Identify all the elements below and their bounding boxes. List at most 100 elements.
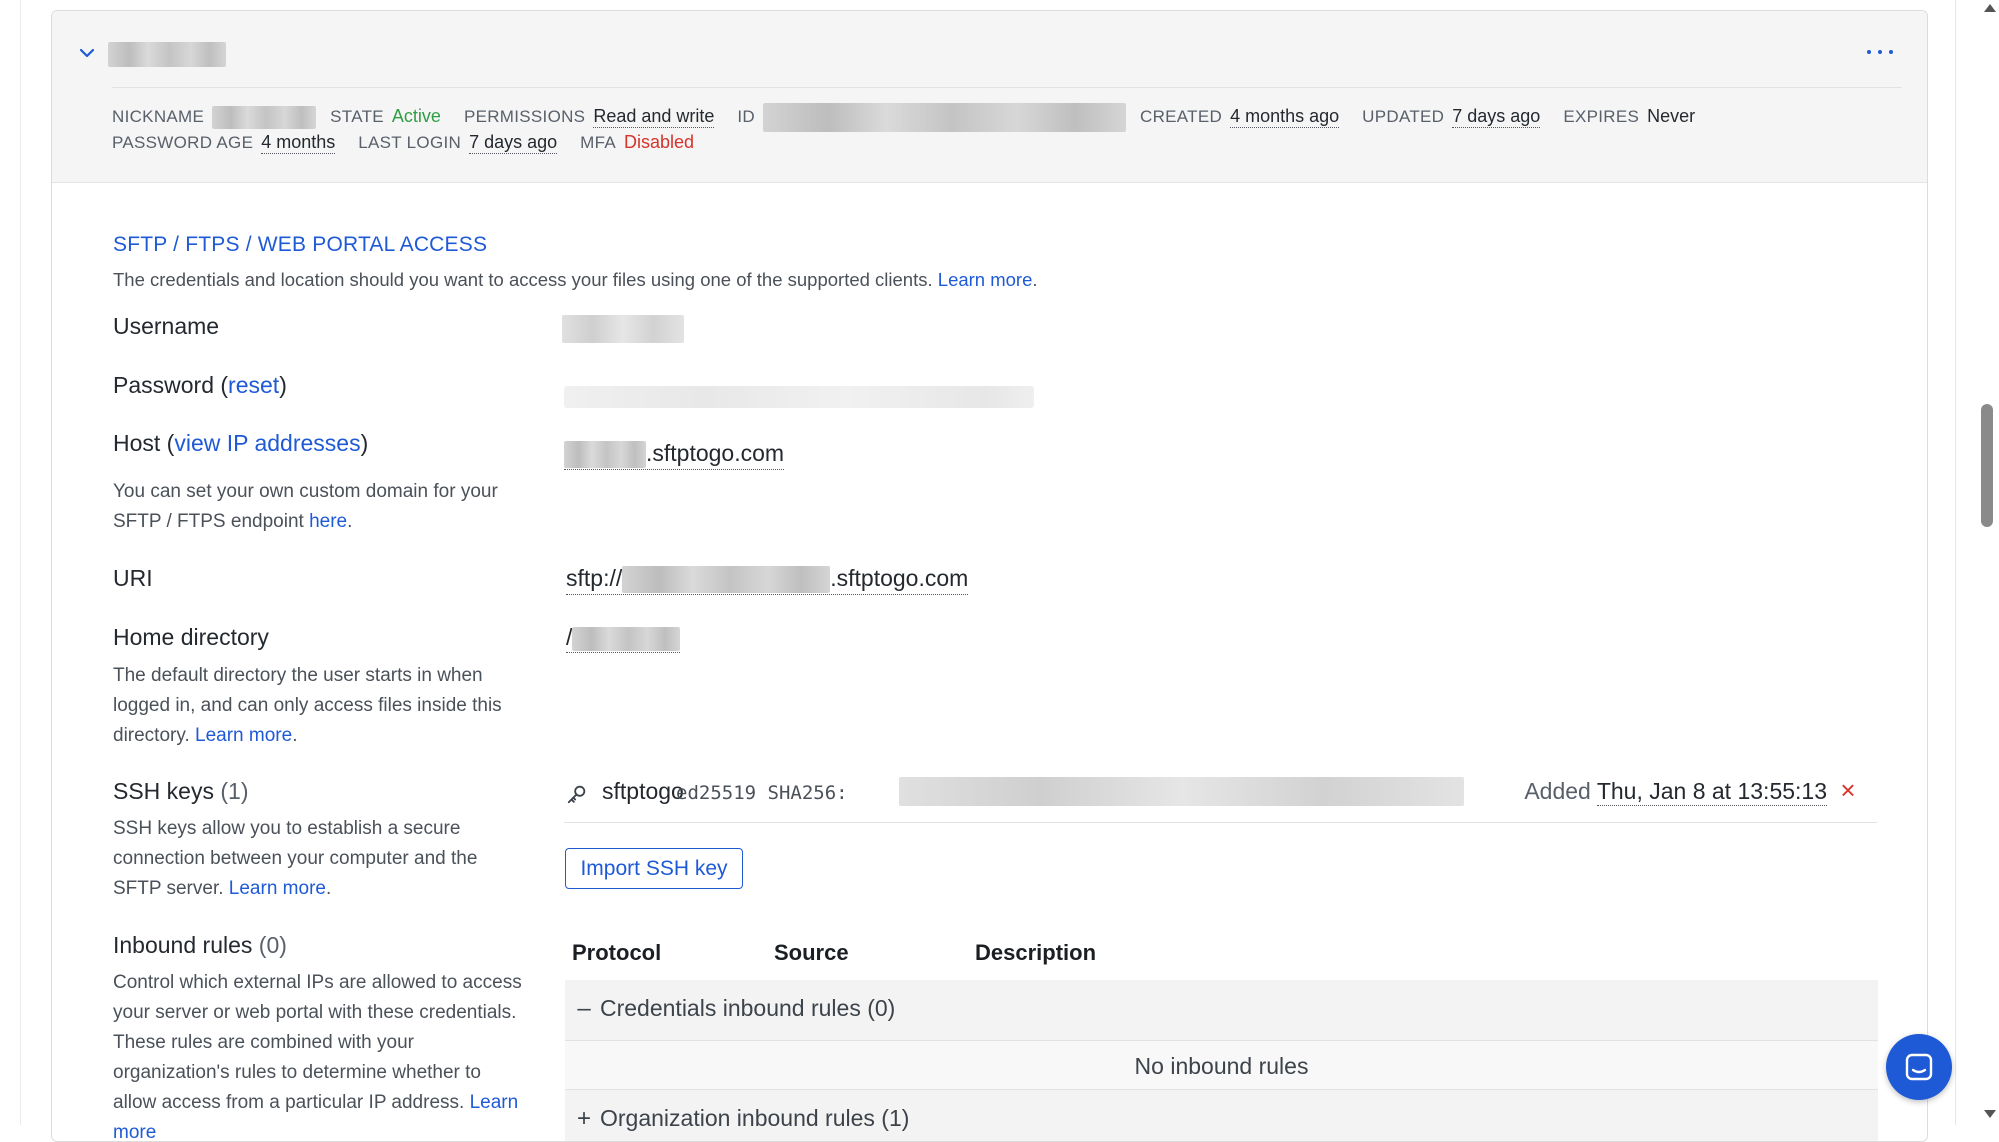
access-section-desc: The credentials and location should you …	[113, 269, 1038, 291]
home-directory-value[interactable]: /	[566, 624, 681, 653]
scroll-up-arrow-icon[interactable]	[1984, 4, 1996, 12]
uri-suffix: .sftptogo.com	[830, 565, 969, 591]
password-age-value[interactable]: 4 months	[261, 132, 336, 154]
key-icon	[567, 785, 586, 804]
inbound-rules-empty-row: No inbound rules	[565, 1041, 1878, 1090]
ssh-key-fingerprint-type: ed25519 SHA256:	[676, 782, 848, 804]
username-label: Username	[113, 313, 220, 339]
host-value[interactable]: .sftptogo.com	[564, 440, 785, 471]
meta-line-1: NICKNAME STATE Active PERMISSIONS Read and w…	[112, 103, 1718, 132]
expires-label: EXPIRES	[1563, 107, 1640, 127]
host-label: Host	[113, 430, 161, 456]
id-label: ID	[737, 107, 756, 127]
ssh-key-fingerprint-redacted	[899, 777, 1464, 806]
ssh-key-row: sftptogo ed25519 SHA256: Added Thu, Jan …	[564, 774, 1877, 823]
host-subdomain-redacted	[564, 441, 646, 469]
home-learn-more-link[interactable]: Learn more	[195, 725, 292, 746]
home-desc-dot: .	[292, 725, 298, 746]
credential-title-row[interactable]	[52, 11, 1927, 87]
last-login-value[interactable]: 7 days ago	[469, 132, 558, 154]
mfa-label: MFA	[580, 133, 617, 152]
close-icon[interactable]: ×	[1837, 777, 1859, 803]
collapse-icon[interactable]: –	[574, 995, 594, 1023]
password-paren-close: )	[279, 372, 287, 398]
chat-support-button[interactable]	[1886, 1034, 1952, 1100]
meta-line-2: PASSWORD AGE 4 months LAST LOGIN 7 days ago…	[112, 132, 717, 154]
chevron-down-icon[interactable]	[77, 43, 97, 63]
password-paren-open: (	[213, 372, 229, 398]
organization-inbound-rules-group[interactable]: + Organization inbound rules (1)	[565, 1090, 1878, 1141]
password-value-blurred[interactable]	[564, 386, 1034, 408]
permissions-value[interactable]: Read and write	[593, 106, 715, 129]
ssh-key-added: Added Thu, Jan 8 at 13:55:13	[1524, 778, 1827, 806]
host-domain-suffix: .sftptogo.com	[646, 440, 785, 466]
column-header-description: Description	[975, 940, 1097, 965]
password-reset-link[interactable]: reset	[228, 372, 279, 398]
access-desc-dot: .	[1032, 269, 1038, 290]
mfa-value: Disabled	[624, 132, 695, 152]
access-learn-more-link[interactable]: Learn more	[938, 269, 1033, 290]
uri-host-redacted	[622, 566, 831, 594]
ssh-learn-more-link[interactable]: Learn more	[229, 878, 326, 899]
inbound-rules-description: Control which external IPs are allowed t…	[113, 968, 523, 1141]
inbound-desc-text: Control which external IPs are allowed t…	[113, 972, 522, 1113]
credentials-inbound-rules-group[interactable]: – Credentials inbound rules (0)	[565, 980, 1878, 1041]
state-value: Active	[391, 106, 441, 127]
credential-name-redacted	[108, 42, 226, 67]
ssh-added-label: Added	[1524, 778, 1597, 804]
ssh-added-date[interactable]: Thu, Jan 8 at 13:55:13	[1596, 778, 1827, 806]
credentials-inbound-rules-title: Credentials inbound rules (0)	[600, 995, 896, 1021]
username-redacted[interactable]	[562, 315, 684, 343]
id-redacted	[763, 103, 1127, 132]
uri-prefix: sftp://	[566, 565, 623, 591]
column-header-source: Source	[774, 940, 849, 965]
home-dir-redacted	[572, 626, 681, 651]
host-paren-close: )	[360, 430, 369, 456]
organization-inbound-rules-title: Organization inbound rules (1)	[600, 1105, 910, 1131]
ssh-desc-dot: .	[325, 878, 332, 899]
inbound-rules-label-row: Inbound rules (0)	[113, 932, 287, 959]
created-value[interactable]: 4 months ago	[1230, 106, 1340, 129]
updated-label: UPDATED	[1362, 107, 1445, 127]
created-label: CREATED	[1140, 107, 1223, 127]
host-desc-dot: .	[347, 511, 353, 532]
state-label: STATE	[330, 107, 384, 127]
expand-icon[interactable]: +	[574, 1105, 594, 1133]
host-paren-open: (	[160, 430, 175, 456]
import-ssh-key-button[interactable]: Import SSH key	[565, 848, 743, 889]
header-divider	[112, 87, 1902, 88]
password-label-row: Password (reset)	[113, 372, 287, 399]
uri-value[interactable]: sftp:// .sftptogo.com	[566, 565, 969, 596]
chat-icon	[1905, 1053, 1933, 1081]
scrollbar-track-border	[1955, 0, 1956, 1125]
host-label-row: Host (view IP addresses)	[113, 430, 368, 457]
password-age-label: PASSWORD AGE	[112, 133, 254, 152]
updated-value[interactable]: 7 days ago	[1452, 106, 1541, 129]
nickname-redacted	[212, 106, 317, 129]
inbound-rules-count: (0)	[258, 932, 287, 958]
scroll-down-arrow-icon[interactable]	[1984, 1110, 1996, 1118]
password-label: Password	[113, 372, 214, 398]
nickname-label: NICKNAME	[112, 107, 205, 127]
more-horizontal-icon[interactable]	[1865, 39, 1895, 65]
ssh-keys-label: SSH keys	[113, 778, 214, 804]
access-section-title: SFTP / FTPS / WEB PORTAL ACCESS	[113, 233, 488, 256]
view-ip-addresses-link[interactable]: view IP addresses	[174, 430, 360, 456]
no-inbound-rules-text: No inbound rules	[1134, 1053, 1309, 1079]
ssh-keys-label-row: SSH keys (1)	[113, 778, 249, 805]
ssh-key-name: sftptogo	[602, 778, 684, 804]
inbound-rules-label: Inbound rules	[113, 932, 253, 958]
access-desc-text: The credentials and location should you …	[113, 269, 933, 290]
expires-value: Never	[1647, 106, 1696, 127]
home-directory-description: The default directory the user starts in…	[113, 661, 523, 751]
page-left-border	[20, 0, 21, 1125]
uri-label: URI	[113, 565, 153, 591]
credential-header: NICKNAME STATE Active PERMISSIONS Read and w…	[52, 11, 1927, 183]
last-login-label: LAST LOGIN	[358, 133, 462, 152]
custom-domain-here-link[interactable]: here	[309, 511, 347, 532]
ssh-keys-count: (1)	[220, 778, 249, 804]
ssh-keys-description: SSH keys allow you to establish a secure…	[113, 814, 523, 904]
scrollbar-thumb[interactable]	[1981, 404, 1993, 527]
credential-card: NICKNAME STATE Active PERMISSIONS Read and w…	[51, 10, 1928, 1142]
host-desc-text: You can set your own custom domain for y…	[113, 481, 498, 532]
